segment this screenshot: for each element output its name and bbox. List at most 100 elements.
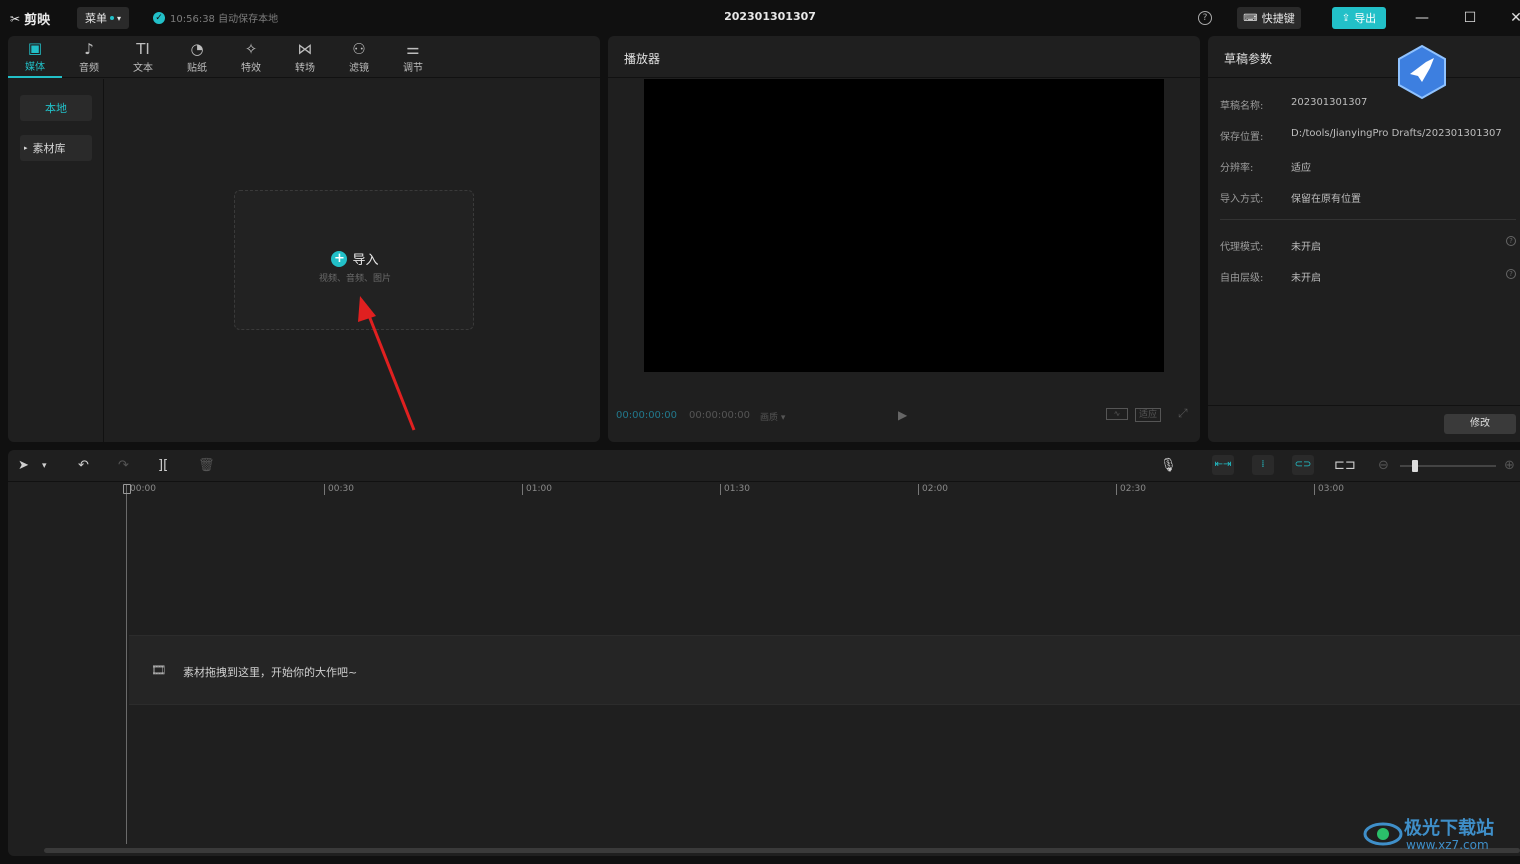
fullscreen-icon[interactable]: ⤢ (1178, 406, 1188, 421)
prop-row: 代理模式: 未开启 (1220, 238, 1321, 253)
tab-audio[interactable]: ♪ 音频 (62, 36, 116, 78)
player-panel: 播放器 00:00:00:00 00:00:00:00 画质 ▾ ▶ ∿ 适应 … (608, 36, 1200, 442)
tab-text[interactable]: TI 文本 (116, 36, 170, 78)
ruler-label: 00:30 (324, 484, 354, 495)
red-arrow-annotation (358, 296, 416, 431)
linkage-icon[interactable]: ⊂⊃ (1292, 455, 1314, 475)
ruler-label: 03:00 (1314, 484, 1344, 495)
nav-library-label: 素材库 (32, 142, 66, 155)
capcut-logo-icon: ✂ (10, 11, 21, 26)
nav-library[interactable]: ▸ 素材库 (20, 135, 92, 161)
prop-row: 保存位置: D:/tools/JianyingPro Drafts/2023013… (1220, 128, 1502, 143)
props-title: 草稿参数 (1208, 36, 1520, 78)
draft-properties-panel: 草稿参数 草稿名称: 202301301307 保存位置: D:/tools/Jia… (1208, 36, 1520, 442)
tab-adjust[interactable]: ⚌ 调节 (386, 36, 440, 78)
watermark-text: 极光下载站 (1404, 818, 1494, 839)
prop-row: 自由层级: 未开启 (1220, 269, 1321, 284)
ruler-label: 01:00 (522, 484, 552, 495)
zoom-in-icon[interactable]: ⊕ (1504, 458, 1515, 473)
prop-value: 202301301307 (1291, 97, 1368, 108)
prop-key: 导入方式: (1220, 194, 1264, 205)
waveform-icon[interactable]: ∿ (1106, 408, 1128, 420)
filter-icon: ⚇ (352, 39, 366, 58)
select-cursor-icon[interactable]: ➤ (18, 458, 29, 473)
adjust-icon: ⚌ (406, 39, 420, 58)
tab-label: 音频 (79, 62, 99, 74)
tab-filter[interactable]: ⚇ 滤镜 (332, 36, 386, 78)
app-name: 剪映 (24, 13, 51, 28)
plus-icon: + (331, 250, 348, 267)
zoom-slider-knob[interactable] (1412, 460, 1418, 472)
microphone-icon[interactable]: 🎙 (1160, 458, 1177, 473)
minimize-icon[interactable]: — (1412, 8, 1432, 28)
import-button[interactable]: + 导入 (235, 249, 475, 268)
menu-button[interactable]: 菜单 ▾ (77, 7, 129, 29)
transition-icon: ⋈ (297, 39, 313, 58)
effects-icon: ✧ (244, 39, 258, 58)
player-title: 播放器 (608, 36, 1200, 78)
info-icon[interactable]: ? (1506, 236, 1516, 246)
current-time: 00:00:00:00 (616, 410, 678, 421)
chevron-down-icon[interactable]: ▾ (42, 461, 47, 471)
export-label: 导出 (1354, 12, 1377, 25)
prop-key: 代理模式: (1220, 242, 1264, 253)
timeline-ruler[interactable]: 00:00 00:30 01:00 01:30 02:00 02:30 03:0… (126, 482, 1520, 498)
main-track-dropzone[interactable]: 🎞 素材拖拽到这里，开始你的大作吧~ (129, 635, 1520, 705)
shortcut-button[interactable]: ⌨ 快捷键 (1237, 7, 1301, 29)
auto-snap-icon[interactable]: ⁞ (1252, 455, 1274, 475)
prop-value: 保留在原有位置 (1291, 194, 1361, 205)
shortcut-label: 快捷键 (1261, 12, 1295, 25)
fit-ratio-button[interactable]: 适应 (1135, 408, 1161, 422)
audio-icon: ♪ (84, 39, 94, 58)
info-icon[interactable]: ? (1506, 269, 1516, 279)
video-preview[interactable] (644, 79, 1164, 372)
ruler-label: 01:30 (720, 484, 750, 495)
timeline-scrollbar[interactable] (44, 848, 1520, 853)
maximize-icon[interactable]: ☐ (1460, 8, 1480, 28)
undo-icon[interactable]: ↶ (78, 458, 89, 473)
prop-key: 自由层级: (1220, 273, 1264, 284)
tab-media[interactable]: ▣ 媒体 (8, 36, 62, 78)
watermark: 极光下载站 www.xz7.com (1362, 810, 1512, 858)
quality-label: 画质 (760, 413, 779, 423)
import-subtitle: 视频、音频、图片 (318, 274, 391, 284)
tab-label: 转场 (295, 62, 315, 74)
film-icon: 🎞 (151, 663, 167, 677)
modify-button[interactable]: 修改 (1444, 414, 1516, 434)
autosave-text: 10:56:38 自动保存本地 (170, 14, 279, 25)
tab-transition[interactable]: ⋈ 转场 (278, 36, 332, 78)
nav-local[interactable]: 本地 (20, 95, 92, 121)
tab-label: 滤镜 (349, 62, 369, 74)
close-icon[interactable]: ✕ (1506, 8, 1520, 28)
tab-label: 特效 (241, 62, 261, 74)
sticker-icon: ◔ (190, 39, 204, 58)
export-button[interactable]: ⇪ 导出 (1332, 7, 1386, 29)
tab-sticker[interactable]: ◔ 贴纸 (170, 36, 224, 78)
delete-icon[interactable]: 🗑 (198, 458, 215, 473)
bird-badge-icon (1398, 44, 1446, 100)
tab-label: 媒体 (25, 61, 45, 73)
divider (1220, 219, 1516, 220)
prop-value: 未开启 (1291, 273, 1321, 284)
import-label: 导入 (352, 253, 379, 268)
help-icon[interactable]: ? (1198, 11, 1212, 25)
prop-key: 保存位置: (1220, 132, 1264, 143)
prop-value: 未开启 (1291, 242, 1321, 253)
tab-effects[interactable]: ✧ 特效 (224, 36, 278, 78)
redo-icon[interactable]: ↷ (118, 458, 129, 473)
notification-dot (109, 16, 114, 20)
main-track-magnet-icon[interactable]: ⇤⇥ (1212, 455, 1234, 475)
play-icon[interactable]: ▶ (898, 408, 907, 422)
timeline-toolbar: ➤ ▾ ↶ ↷ ][ 🗑 🎙 ⇤⇥ ⁞ ⊂⊃ ⊏⊐ ⊖ ⊕ (8, 450, 1520, 482)
project-title: 202301301307 (724, 10, 816, 23)
autosave-status: ✓ 10:56:38 自动保存本地 (153, 10, 278, 25)
check-icon: ✓ (153, 11, 165, 24)
zoom-out-icon[interactable]: ⊖ (1378, 458, 1389, 473)
quality-dropdown[interactable]: 画质 ▾ (760, 410, 785, 423)
app-logo: ✂ 剪映 (10, 9, 51, 29)
split-icon[interactable]: ][ (158, 458, 168, 473)
playhead[interactable] (126, 484, 127, 844)
caret-right-icon: ▸ (24, 144, 28, 152)
preview-axis-icon[interactable]: ⊏⊐ (1334, 458, 1356, 473)
playhead-handle[interactable] (123, 484, 131, 494)
